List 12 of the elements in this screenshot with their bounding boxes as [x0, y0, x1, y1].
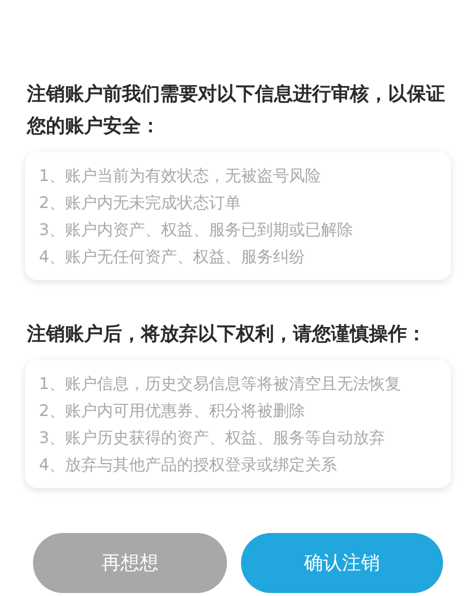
section-heading: 注销账户前我们需要对以下信息进行审核，以保证您的账户安全：	[26, 82, 446, 139]
list-item: 1、账户信息，历史交易信息等将被清空且无法恢复	[39, 373, 402, 395]
list-item: 3、账户历史获得的资产、权益、服务等自动放弃	[39, 427, 386, 449]
list-item: 4、放弃与其他产品的授权登录或绑定关系	[39, 454, 338, 476]
cancel-button[interactable]: 再想想	[33, 533, 227, 593]
list-item: 3、账户内资产、权益、服务已到期或已解除	[39, 219, 354, 241]
section-heading: 注销账户后，将放弃以下权利，请您谨慎操作：	[26, 322, 427, 347]
list-item: 2、账户内可用优惠券、积分将被删除	[39, 400, 306, 422]
list-item: 4、账户无任何资产、权益、服务纠纷	[39, 246, 306, 268]
list-item: 1、账户当前为有效状态，无被盗号风险	[39, 165, 322, 187]
list-item: 2、账户内无未完成状态订单	[39, 192, 242, 214]
confirm-button[interactable]: 确认注销	[241, 533, 443, 593]
